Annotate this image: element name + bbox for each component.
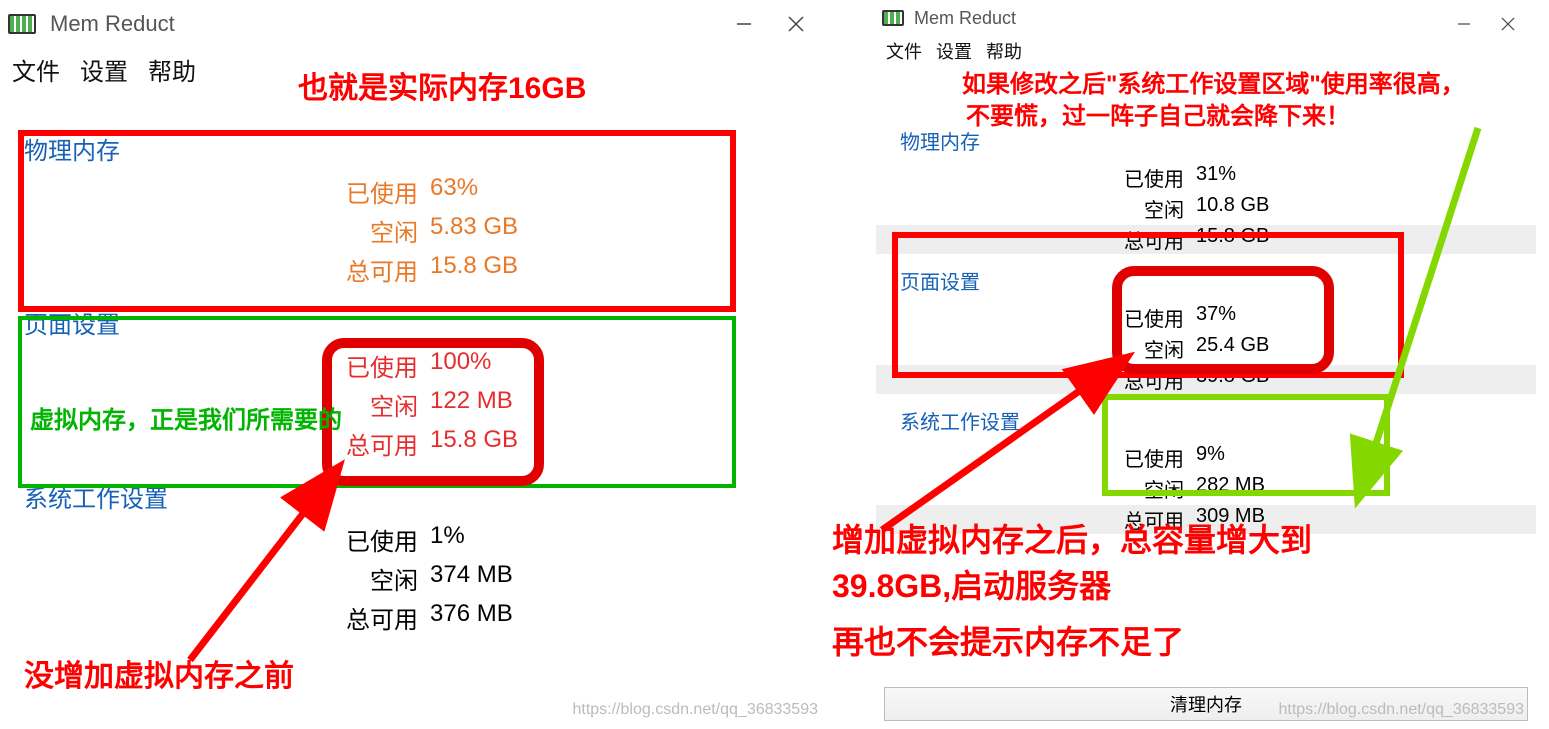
section-physical-title: 物理内存 [876,120,1536,161]
label-free: 空闲 [0,213,430,248]
value-page-total: 15.8 GB [430,426,630,461]
menu-file[interactable]: 文件 [886,38,922,64]
window-title: Mem Reduct [50,11,175,37]
app-icon [8,14,36,34]
value-sys-free: 374 MB [430,561,630,596]
value-sys-total: 309 MB [1196,505,1396,534]
section-syswork-stats: 已使用1% 空闲374 MB 总可用376 MB [0,520,830,647]
value-page-free: 25.4 GB [1196,334,1396,363]
window-right: Mem Reduct 文件 设置 帮助 物理内存 已使用31% 空闲10.8 G… [876,0,1536,729]
label-total: 总可用 [0,252,430,287]
label-used: 已使用 [0,174,430,209]
menu-help[interactable]: 帮助 [986,38,1022,64]
minimize-button[interactable] [1454,17,1474,31]
value-sys-free: 282 MB [1196,474,1396,503]
value-page-total: 39.8 GB [1196,365,1396,394]
section-syswork-stats: 已使用9% 空闲282 MB 总可用309 MB [876,441,1536,540]
label-total: 总可用 [876,505,1196,534]
title-bar[interactable]: Mem Reduct [0,0,830,48]
value-sys-used: 1% [430,522,630,557]
value-sys-total: 376 MB [430,600,630,635]
title-bar[interactable]: Mem Reduct [876,0,1536,36]
label-used: 已使用 [876,303,1196,332]
label-free: 空闲 [876,194,1196,223]
label-free: 空闲 [876,474,1196,503]
close-button[interactable] [786,15,806,33]
value-phys-free: 10.8 GB [1196,194,1396,223]
value-page-used: 37% [1196,303,1396,332]
value-phys-total: 15.8 GB [1196,225,1396,254]
label-total: 总可用 [876,225,1196,254]
window-left: Mem Reduct 文件 设置 帮助 物理内存 已使用63% 空闲5.83 G… [0,0,830,729]
label-used: 已使用 [0,348,430,383]
clean-memory-button[interactable]: 清理内存 [884,687,1528,721]
menu-bar: 文件 设置 帮助 [876,36,1536,70]
section-page-title: 页面设置 [0,299,830,346]
watermark: https://blog.csdn.net/qq_36833593 [572,701,818,719]
value-page-free: 122 MB [430,387,630,422]
section-physical-stats: 已使用63% 空闲5.83 GB 总可用15.8 GB [0,172,830,299]
value-sys-used: 9% [1196,443,1396,472]
section-physical-stats: 已使用31% 空闲10.8 GB 总可用15.8 GB [876,161,1536,260]
section-syswork-title: 系统工作设置 [876,400,1536,441]
menu-settings[interactable]: 设置 [80,52,128,87]
section-syswork-title: 系统工作设置 [0,473,830,520]
menu-help[interactable]: 帮助 [148,52,196,87]
section-page-stats: 已使用100% 空闲122 MB 总可用15.8 GB [0,346,830,473]
label-total: 总可用 [0,426,430,461]
window-title: Mem Reduct [914,8,1016,29]
label-used: 已使用 [876,443,1196,472]
value-phys-used: 63% [430,174,630,209]
clean-memory-label: 清理内存 [1170,691,1242,717]
app-icon [882,10,904,26]
minimize-button[interactable] [734,15,754,33]
section-page-title: 页面设置 [876,260,1536,301]
value-phys-total: 15.8 GB [430,252,630,287]
menu-bar: 文件 设置 帮助 [0,48,830,95]
label-free: 空闲 [0,387,430,422]
menu-settings[interactable]: 设置 [936,38,972,64]
value-page-used: 100% [430,348,630,383]
value-phys-free: 5.83 GB [430,213,630,248]
label-free: 空闲 [0,561,430,596]
section-physical-title: 物理内存 [0,125,830,172]
label-used: 已使用 [876,163,1196,192]
section-page-stats: 已使用37% 空闲25.4 GB 总可用39.8 GB [876,301,1536,400]
label-total: 总可用 [0,600,430,635]
value-phys-used: 31% [1196,163,1396,192]
close-button[interactable] [1498,17,1518,31]
menu-file[interactable]: 文件 [12,52,60,87]
label-total: 总可用 [876,365,1196,394]
window-controls [734,0,830,48]
label-used: 已使用 [0,522,430,557]
label-free: 空闲 [876,334,1196,363]
window-controls [1454,0,1536,48]
